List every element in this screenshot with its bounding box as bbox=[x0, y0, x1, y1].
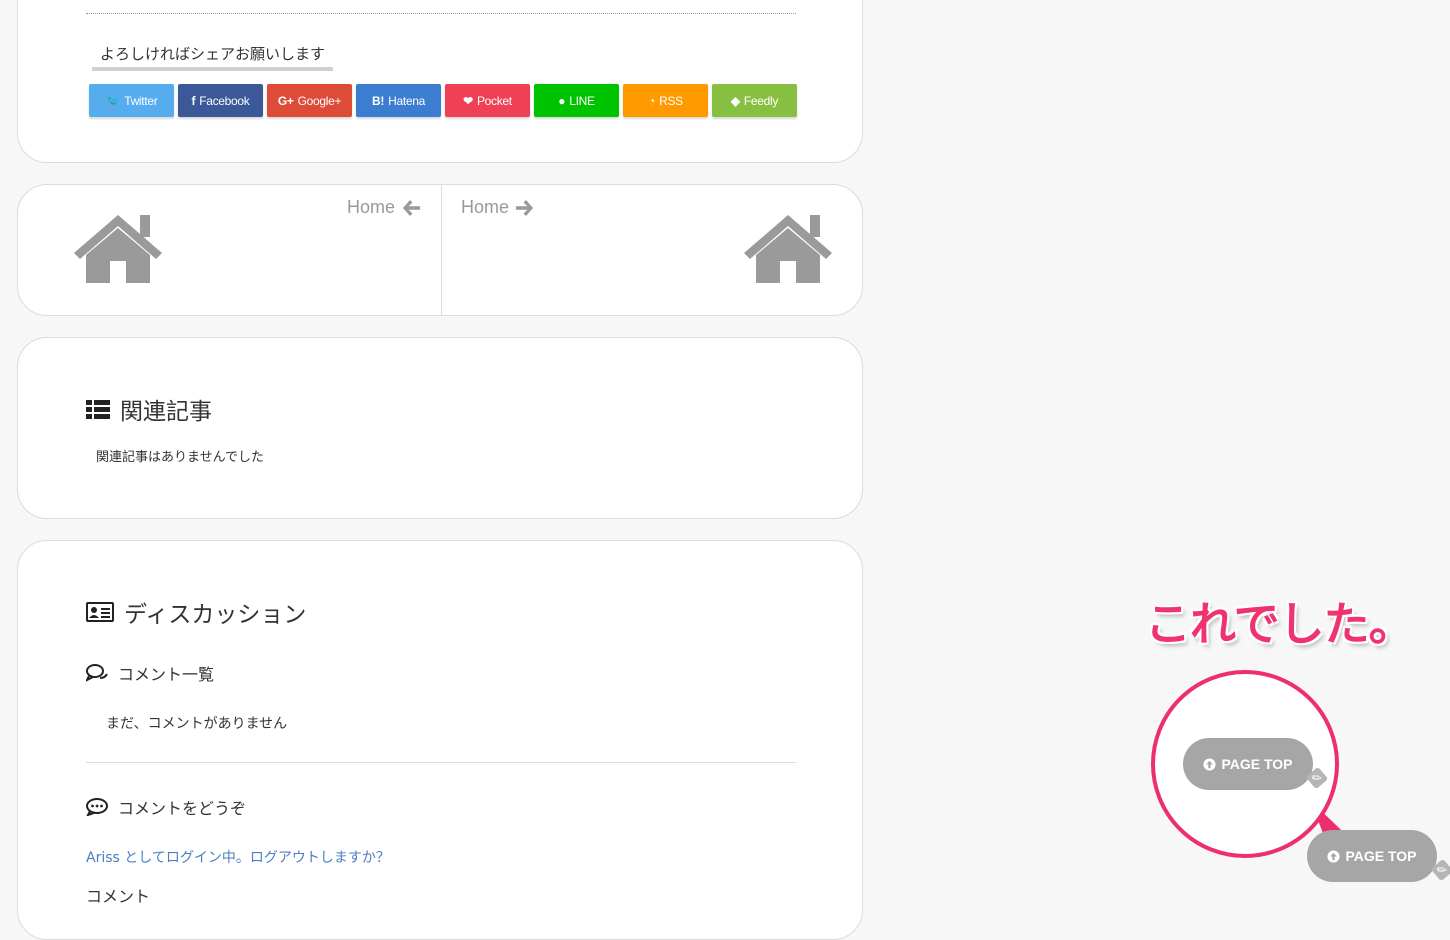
share-line-button[interactable]: ● LINE bbox=[534, 84, 619, 117]
id-card-icon bbox=[86, 602, 114, 622]
logout-link[interactable]: Ariss としてログイン中。ログアウトしますか？ bbox=[86, 847, 390, 867]
no-comments-text: まだ、コメントがありません bbox=[106, 716, 288, 732]
next-post-label: Home bbox=[461, 197, 510, 217]
home-icon bbox=[74, 215, 162, 283]
twitter-icon: 🐦 bbox=[105, 93, 121, 108]
prev-post-label: Home bbox=[346, 197, 395, 217]
share-facebook-button[interactable]: f Facebook bbox=[178, 84, 263, 117]
related-empty-text: 関連記事はありませんでした bbox=[96, 450, 264, 465]
share-twitter-button[interactable]: 🐦 Twitter bbox=[89, 84, 174, 117]
feedly-icon: ◆ bbox=[730, 93, 740, 108]
hatena-icon: B! bbox=[372, 93, 385, 108]
comment-form-title: コメントをどうぞ bbox=[118, 799, 247, 818]
discussion-card: ディスカッション コメント一覧 まだ、コメントがありません コメントをどうぞ A… bbox=[17, 540, 863, 940]
annotation-callout: これでした。 bbox=[1145, 597, 1415, 651]
arrow-left-icon bbox=[403, 199, 420, 216]
next-post-link[interactable]: Home bbox=[441, 185, 862, 315]
prev-post-link[interactable]: Home bbox=[18, 185, 442, 315]
share-card: よろしければシェアお願いします 🐦 Twitter f Facebook G+ Goo… bbox=[17, 0, 863, 163]
divider bbox=[86, 762, 796, 763]
divider bbox=[86, 13, 796, 14]
comment-label: コメント bbox=[86, 887, 151, 906]
facebook-icon: f bbox=[191, 93, 196, 108]
arrow-right-icon bbox=[516, 199, 534, 216]
line-icon: ● bbox=[558, 93, 566, 108]
arrow-circle-up-icon bbox=[1327, 849, 1341, 863]
comment-dots-icon bbox=[86, 798, 108, 816]
googleplus-icon: G+ bbox=[277, 93, 294, 108]
post-navigation: Home Home bbox=[17, 184, 863, 316]
share-feedly-button[interactable]: ◆ Feedly bbox=[712, 84, 797, 117]
discussion-title: ディスカッション bbox=[124, 602, 307, 628]
related-title: 関連記事 bbox=[120, 399, 212, 425]
arrow-circle-up-icon bbox=[1203, 757, 1217, 771]
page-top-button-zoomed: PAGE TOP bbox=[1183, 738, 1313, 790]
share-pocket-button[interactable]: ❤ Pocket bbox=[445, 84, 530, 117]
zoom-magnifier: PAGE TOP ✎ bbox=[1151, 670, 1339, 858]
share-hatena-button[interactable]: B! Hatena bbox=[356, 84, 441, 117]
pocket-icon: ❤ bbox=[463, 93, 473, 108]
list-icon bbox=[86, 400, 110, 419]
comment-list-title: コメント一覧 bbox=[118, 665, 215, 684]
share-heading: よろしければシェアお願いします bbox=[92, 43, 334, 71]
page-top-button[interactable]: PAGE TOP bbox=[1307, 830, 1437, 882]
rss-icon: ◔ bbox=[648, 93, 656, 108]
comments-icon bbox=[86, 664, 108, 682]
share-rss-button[interactable]: ◔ RSS bbox=[623, 84, 708, 117]
share-buttons: 🐦 Twitter f Facebook G+ Google+ B! Hatena ❤ P… bbox=[89, 84, 797, 117]
share-googleplus-button[interactable]: G+ Google+ bbox=[267, 84, 352, 117]
home-icon bbox=[744, 215, 832, 283]
related-posts-card: 関連記事 関連記事はありませんでした bbox=[17, 337, 863, 519]
